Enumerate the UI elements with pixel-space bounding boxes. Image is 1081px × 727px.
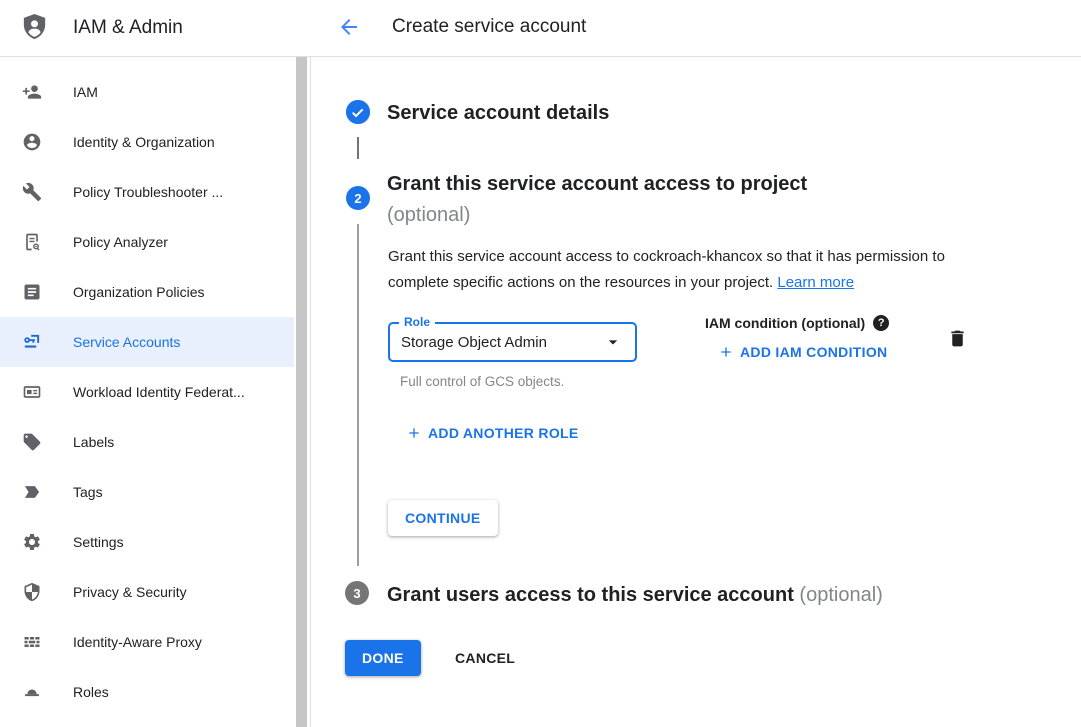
help-icon[interactable]: ?: [873, 315, 889, 331]
step1-title: Service account details: [387, 98, 609, 129]
tag-arrow-icon: [22, 482, 42, 502]
delete-role-button[interactable]: [947, 328, 968, 352]
sidebar-item-iam[interactable]: IAM: [0, 67, 294, 117]
app-title: IAM & Admin: [73, 17, 183, 39]
step2-number: 2: [354, 191, 361, 206]
sidebar-item-label: Workload Identity Federat...: [73, 384, 245, 400]
step2-indicator: 2: [346, 186, 370, 210]
account-circle-icon: [22, 132, 42, 152]
cancel-button[interactable]: CANCEL: [445, 640, 525, 676]
page-title: Create service account: [392, 16, 586, 38]
sidebar-item-policy-troubleshooter[interactable]: Policy Troubleshooter ...: [0, 167, 294, 217]
add-iam-condition-button[interactable]: ADD IAM CONDITION: [718, 344, 887, 360]
sidebar-item-organization-policies[interactable]: Organization Policies: [0, 267, 294, 317]
continue-button[interactable]: CONTINUE: [388, 500, 498, 536]
sidebar-item-identity-organization[interactable]: Identity & Organization: [0, 117, 294, 167]
iam-shield-logo-icon: [19, 11, 50, 44]
sidebar-item-label: Settings: [73, 534, 124, 550]
iam-condition-label: IAM condition (optional): [705, 315, 865, 331]
plus-icon: [718, 344, 734, 360]
back-arrow-icon: [337, 15, 361, 39]
step2-title: Grant this service account access to pro…: [387, 169, 947, 231]
sidebar-item-label: Identity & Organization: [73, 134, 215, 150]
step-connector-line: [357, 137, 359, 159]
step3-optional-label: (optional): [799, 584, 882, 606]
role-selected-value: Storage Object Admin: [401, 334, 603, 351]
sidebar-item-label: Service Accounts: [73, 334, 180, 350]
plus-icon: [406, 425, 422, 441]
step3-number: 3: [353, 586, 360, 601]
step3-title: Grant users access to this service accou…: [387, 580, 1067, 611]
sidebar-item-label: IAM: [73, 84, 98, 100]
label-tag-icon: [22, 432, 42, 452]
sidebar-item-settings[interactable]: Settings: [0, 517, 294, 567]
learn-more-link[interactable]: Learn more: [777, 274, 854, 291]
sidebar-item-label: Tags: [73, 484, 103, 500]
sidebar-item-service-accounts[interactable]: Service Accounts: [0, 317, 294, 367]
sidebar-item-privacy-security[interactable]: Privacy & Security: [0, 567, 294, 617]
document-icon: [22, 282, 42, 302]
iam-condition-header: IAM condition (optional) ?: [705, 315, 889, 331]
sidebar-item-tags[interactable]: Tags: [0, 467, 294, 517]
sidebar-item-label: Policy Troubleshooter ...: [73, 184, 223, 200]
proxy-icon: [22, 632, 42, 652]
step-connector-line: [357, 224, 359, 566]
sidebar-item-labels[interactable]: Labels: [0, 417, 294, 467]
app-brand: IAM & Admin: [19, 11, 183, 44]
sidebar-item-identity-aware-proxy[interactable]: Identity-Aware Proxy: [0, 617, 294, 667]
step1-complete-indicator: [346, 100, 370, 124]
role-select[interactable]: Role Storage Object Admin: [388, 322, 637, 362]
sidebar-item-roles[interactable]: Roles: [0, 667, 294, 717]
person-add-icon: [22, 82, 42, 102]
sidebar-item-label: Privacy & Security: [73, 584, 187, 600]
iam-admin-console: IAM & Admin Create service account IAM I…: [0, 0, 1081, 727]
sidebar-item-label: Roles: [73, 684, 109, 700]
sidebar-nav: IAM Identity & Organization Policy Troub…: [0, 57, 310, 717]
role-field-label: Role: [399, 315, 435, 329]
top-header: IAM & Admin Create service account: [0, 0, 1081, 57]
trash-icon: [947, 328, 968, 349]
gear-icon: [22, 532, 42, 552]
policy-analyzer-icon: [22, 232, 42, 252]
role-helper-text: Full control of GCS objects.: [400, 374, 564, 389]
check-icon: [346, 100, 370, 124]
sidebar-item-label: Identity-Aware Proxy: [73, 634, 202, 650]
sidebar-item-policy-analyzer[interactable]: Policy Analyzer: [0, 217, 294, 267]
done-button[interactable]: DONE: [345, 640, 421, 676]
create-service-account-form: Service account details 2 Grant this ser…: [311, 57, 1081, 727]
shield-half-icon: [22, 582, 42, 602]
step2-description: Grant this service account access to coc…: [388, 244, 985, 296]
step3-indicator: 3: [345, 581, 369, 605]
sidebar-item-label: Policy Analyzer: [73, 234, 168, 250]
service-account-key-icon: [22, 332, 42, 352]
add-another-role-button[interactable]: ADD ANOTHER ROLE: [406, 425, 579, 441]
badge-card-icon: [22, 382, 42, 402]
sidebar-scrollbar[interactable]: [296, 57, 307, 727]
sidebar-item-workload-identity-federation[interactable]: Workload Identity Federat...: [0, 367, 294, 417]
hat-icon: [22, 682, 42, 702]
wrench-icon: [22, 182, 42, 202]
sidebar: IAM Identity & Organization Policy Troub…: [0, 57, 310, 727]
back-button[interactable]: [336, 15, 362, 41]
chevron-down-icon: [603, 332, 623, 352]
sidebar-item-label: Organization Policies: [73, 284, 205, 300]
sidebar-item-label: Labels: [73, 434, 114, 450]
step2-optional-label: (optional): [387, 204, 470, 226]
